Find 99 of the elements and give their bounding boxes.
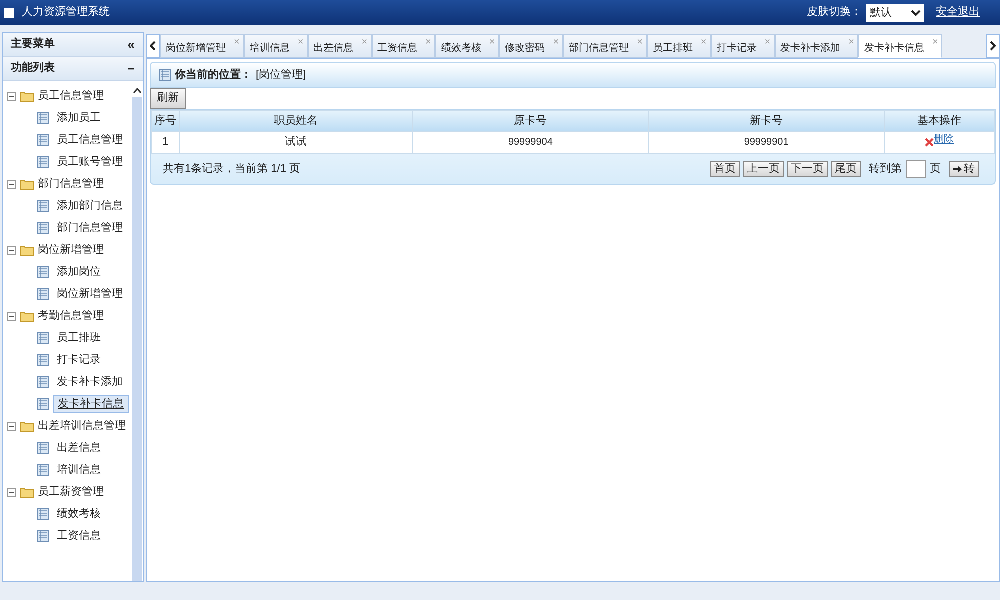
sidebar-title: 主要菜单 bbox=[11, 36, 55, 52]
goto-label: 转到第 bbox=[869, 162, 902, 177]
document-icon bbox=[37, 376, 49, 388]
tree-item[interactable]: 出差信息 bbox=[53, 440, 105, 456]
breadcrumb-value: [岗位管理] bbox=[256, 68, 306, 83]
tree-item[interactable]: 员工账号管理 bbox=[53, 154, 127, 170]
column-header: 原卡号 bbox=[412, 110, 649, 132]
pager-button[interactable]: 首页 bbox=[710, 161, 740, 177]
tab-scroll-left[interactable] bbox=[146, 34, 160, 58]
tab[interactable]: 员工排班 × bbox=[646, 34, 711, 58]
tab[interactable]: 出差信息 × bbox=[308, 34, 372, 58]
expander-icon[interactable] bbox=[7, 488, 16, 496]
tab[interactable]: 发卡补卡信息 × bbox=[858, 34, 942, 58]
chevron-right-icon bbox=[990, 41, 996, 51]
column-header: 基本操作 bbox=[884, 110, 994, 132]
tab[interactable]: 工资信息 × bbox=[372, 34, 436, 58]
section-title: 功能列表 bbox=[11, 60, 55, 76]
tree-item[interactable]: 打卡记录 bbox=[53, 352, 105, 368]
scrollbar[interactable] bbox=[131, 85, 143, 581]
document-icon bbox=[37, 200, 49, 212]
document-icon bbox=[37, 398, 49, 410]
tree-item[interactable]: 添加部门信息 bbox=[53, 198, 127, 214]
arrow-right-icon bbox=[953, 166, 962, 172]
tree-item[interactable]: 员工排班 bbox=[53, 330, 105, 346]
table-cell: 99999904 bbox=[412, 132, 649, 154]
document-icon bbox=[37, 332, 49, 344]
document-icon bbox=[37, 464, 49, 476]
tree-group-label[interactable]: 出差培训信息管理 bbox=[38, 418, 126, 434]
refresh-button[interactable]: 刷新 bbox=[150, 88, 186, 109]
tree-item[interactable]: 添加岗位 bbox=[53, 264, 105, 280]
chevron-left-icon bbox=[150, 41, 156, 51]
pager-summary: 共有1条记录，当前第 1/1 页 bbox=[163, 162, 301, 177]
expander-icon[interactable] bbox=[7, 180, 16, 188]
tree-item[interactable]: 培训信息 bbox=[53, 462, 105, 478]
tree-item[interactable]: 发卡补卡信息 bbox=[53, 394, 129, 414]
tree-item[interactable]: 员工信息管理 bbox=[53, 132, 127, 148]
skin-label: 皮肤切换： bbox=[807, 5, 862, 20]
folder-icon bbox=[20, 178, 34, 190]
logout-link[interactable]: 安全退出 bbox=[936, 4, 980, 21]
tab[interactable]: 岗位新增管理 × bbox=[160, 34, 244, 58]
expander-icon[interactable] bbox=[7, 422, 16, 430]
table-cell: 99999901 bbox=[648, 132, 884, 154]
collapse-button[interactable]: « bbox=[128, 38, 135, 51]
tree-item[interactable]: 发卡补卡添加 bbox=[53, 374, 127, 390]
pager-button[interactable]: 上一页 bbox=[743, 161, 784, 177]
tab[interactable]: 绩效考核 × bbox=[435, 34, 500, 58]
expander-icon[interactable] bbox=[7, 92, 16, 100]
pager-button[interactable]: 下一页 bbox=[787, 161, 828, 177]
tree-item[interactable]: 绩效考核 bbox=[53, 506, 105, 522]
tree-item[interactable]: 添加员工 bbox=[53, 110, 105, 126]
tab-scroll-right[interactable] bbox=[986, 34, 1000, 58]
scroll-up-icon[interactable] bbox=[132, 88, 142, 94]
tab[interactable]: 修改密码 × bbox=[499, 34, 564, 58]
breadcrumb-label: 你当前的位置： bbox=[175, 68, 252, 83]
folder-icon bbox=[20, 420, 34, 432]
window-icon bbox=[4, 8, 14, 18]
tab[interactable]: 培训信息 × bbox=[244, 34, 308, 58]
skin-select[interactable]: 默认 bbox=[866, 4, 924, 22]
tree-group-label[interactable]: 部门信息管理 bbox=[38, 176, 104, 192]
document-icon bbox=[37, 530, 49, 542]
document-icon bbox=[159, 69, 171, 81]
section-toggle[interactable]: − bbox=[128, 62, 135, 74]
app-title: 人力资源管理系统 bbox=[22, 4, 110, 20]
pager-button[interactable]: 尾页 bbox=[831, 161, 861, 177]
document-icon bbox=[37, 288, 49, 300]
document-icon bbox=[37, 112, 49, 124]
delete-icon[interactable] bbox=[925, 138, 934, 148]
document-icon bbox=[37, 222, 49, 234]
tree-group-label[interactable]: 考勤信息管理 bbox=[38, 308, 104, 324]
tree-group-label[interactable]: 员工薪资管理 bbox=[38, 484, 104, 500]
column-header: 新卡号 bbox=[648, 110, 884, 132]
folder-icon bbox=[20, 486, 34, 498]
table-cell: 1 bbox=[152, 132, 180, 154]
folder-icon bbox=[20, 244, 34, 256]
page-label: 页 bbox=[930, 162, 941, 177]
tab[interactable]: 打卡记录 × bbox=[710, 34, 775, 58]
document-icon bbox=[37, 156, 49, 168]
document-icon bbox=[37, 266, 49, 278]
folder-icon bbox=[20, 310, 34, 322]
page-input[interactable] bbox=[906, 160, 926, 178]
document-icon bbox=[37, 508, 49, 520]
tree-item[interactable]: 岗位新增管理 bbox=[53, 286, 127, 302]
tab[interactable]: 发卡补卡添加 × bbox=[774, 34, 858, 58]
document-icon bbox=[37, 354, 49, 366]
document-icon bbox=[37, 442, 49, 454]
tab[interactable]: 部门信息管理 × bbox=[563, 34, 647, 58]
column-header: 序号 bbox=[152, 110, 180, 132]
delete-link[interactable]: 删除 bbox=[934, 132, 954, 148]
expander-icon[interactable] bbox=[7, 312, 16, 320]
tree-item[interactable]: 工资信息 bbox=[53, 528, 105, 544]
tree-group-label[interactable]: 员工信息管理 bbox=[38, 88, 104, 104]
column-header: 职员姓名 bbox=[180, 110, 413, 132]
document-icon bbox=[37, 134, 49, 146]
table-cell: 试试 bbox=[180, 132, 413, 154]
tree-group-label[interactable]: 岗位新增管理 bbox=[38, 242, 104, 258]
go-button[interactable]: 转 bbox=[949, 161, 979, 177]
tree-item[interactable]: 部门信息管理 bbox=[53, 220, 127, 236]
folder-icon bbox=[20, 90, 34, 102]
expander-icon[interactable] bbox=[7, 246, 16, 254]
